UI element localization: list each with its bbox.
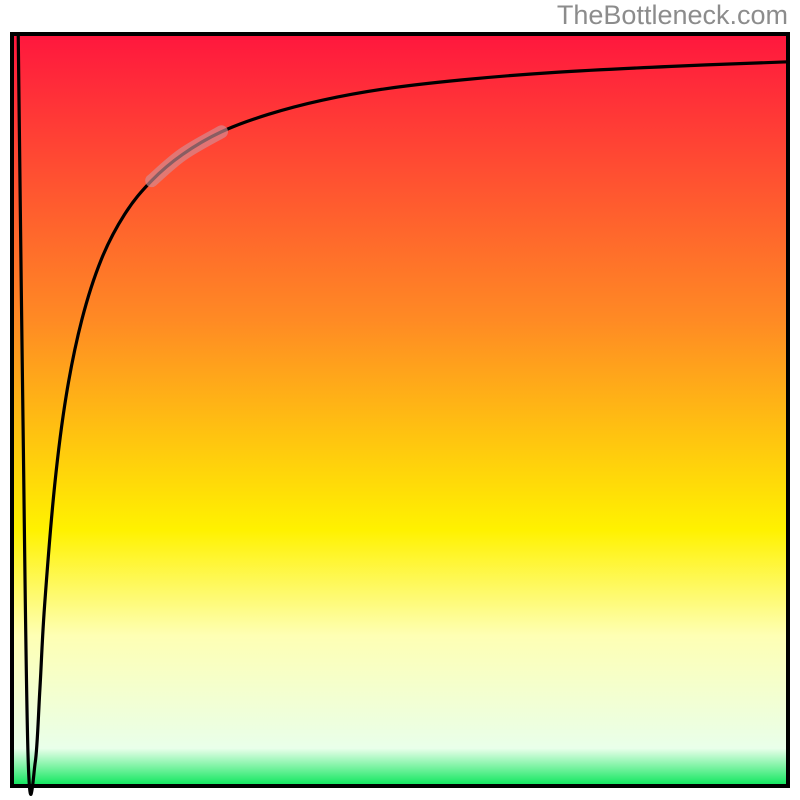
plot-background-gradient [12, 34, 788, 786]
bottleneck-chart [0, 0, 800, 800]
chart-container: { "attribution": "TheBottleneck.com", "c… [0, 0, 800, 800]
plot-area [12, 34, 788, 786]
